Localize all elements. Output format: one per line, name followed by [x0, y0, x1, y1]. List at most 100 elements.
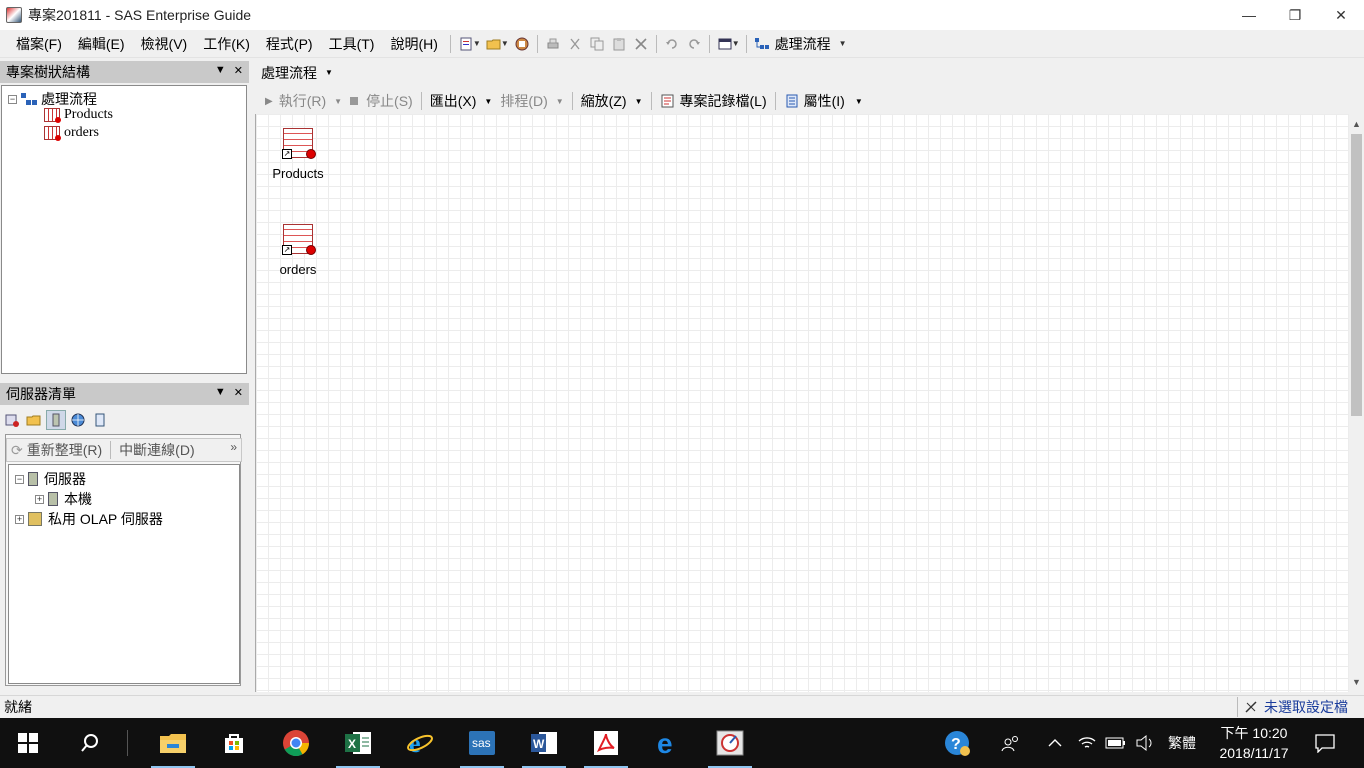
- chrome-icon[interactable]: [272, 718, 320, 768]
- chevron-down-icon[interactable]: ▼: [334, 97, 342, 106]
- tree-item-process-flow[interactable]: − 處理流程: [8, 89, 97, 109]
- search-icon[interactable]: [66, 718, 114, 768]
- file-explorer-icon[interactable]: [149, 718, 197, 768]
- menu-program[interactable]: 程式(P): [258, 30, 321, 58]
- sas-eg-icon[interactable]: [706, 718, 754, 768]
- chevron-down-icon[interactable]: ▼: [473, 39, 481, 48]
- tree-item-orders[interactable]: orders: [44, 125, 99, 141]
- tree-item-local[interactable]: + 本機: [35, 489, 92, 509]
- chevron-down-icon[interactable]: ▼: [501, 39, 509, 48]
- menu-view[interactable]: 檢視(V): [133, 30, 196, 58]
- close-icon[interactable]: ✕: [234, 64, 243, 77]
- status-text: 就緒: [4, 698, 32, 715]
- flow-node-orders[interactable]: ↗ orders: [263, 224, 333, 277]
- acrobat-icon[interactable]: [582, 718, 630, 768]
- scrollbar-thumb[interactable]: [1351, 134, 1362, 416]
- chevron-up-icon[interactable]: [1047, 718, 1063, 768]
- notification-icon[interactable]: [1314, 718, 1336, 768]
- project-log-button[interactable]: 專案記錄檔(L): [656, 91, 771, 111]
- flow-node-products[interactable]: ↗ Products: [263, 128, 333, 181]
- chevron-down-icon[interactable]: ▼: [732, 39, 740, 48]
- tree-item-products[interactable]: Products: [44, 107, 113, 123]
- scroll-up-icon[interactable]: ▲: [1349, 116, 1364, 132]
- chevron-down-icon[interactable]: ▼: [325, 68, 333, 77]
- menu-file[interactable]: 檔案(F): [8, 30, 70, 58]
- svg-text:W: W: [533, 737, 545, 751]
- print-icon[interactable]: [542, 33, 564, 55]
- globe-icon[interactable]: [68, 410, 88, 430]
- close-button[interactable]: ✕: [1318, 0, 1364, 30]
- battery-icon[interactable]: [1105, 718, 1127, 768]
- chevron-down-icon[interactable]: ▼: [839, 39, 847, 48]
- volume-icon[interactable]: [1135, 718, 1155, 768]
- save-project-icon[interactable]: [511, 33, 533, 55]
- tree-item-olap[interactable]: + 私用 OLAP 伺服器: [15, 509, 163, 529]
- help-icon[interactable]: ?: [942, 718, 972, 768]
- node-label: Products: [272, 166, 324, 181]
- input-language-indicator[interactable]: 繁體: [1168, 718, 1196, 768]
- library-icon[interactable]: [24, 410, 44, 430]
- overflow-chevron-icon[interactable]: »: [230, 440, 237, 454]
- stop-button[interactable]: 停止(S): [346, 91, 417, 111]
- window-title: 專案201811 - SAS Enterprise Guide: [28, 7, 252, 23]
- menu-tasks[interactable]: 工作(K): [195, 30, 258, 58]
- chevron-down-icon[interactable]: ▼: [484, 97, 492, 106]
- process-flow-canvas[interactable]: ↗ Products ↗ orders: [255, 114, 1349, 692]
- chevron-down-icon[interactable]: ▼: [855, 97, 863, 106]
- data-table-icon: ↗: [282, 224, 316, 255]
- delete-icon[interactable]: [630, 33, 652, 55]
- word-icon[interactable]: W: [520, 718, 568, 768]
- refresh-button[interactable]: 重新整理(R): [27, 440, 102, 460]
- taskbar-clock[interactable]: 下午 10:20 2018/11/17: [1208, 723, 1300, 763]
- people-icon[interactable]: [1001, 718, 1021, 768]
- store-icon[interactable]: [210, 718, 258, 768]
- schedule-button[interactable]: 排程(D) ▼: [496, 91, 567, 111]
- process-flow-toolbar: ▶ 執行(R) ▼ 停止(S) 匯出(X) ▼ 排程(D) ▼ 縮放(Z) ▼ …: [255, 88, 1364, 114]
- expand-icon[interactable]: +: [35, 494, 44, 504]
- wifi-icon[interactable]: [1077, 718, 1097, 768]
- collapse-icon[interactable]: −: [8, 94, 17, 104]
- server-icon: [48, 492, 58, 506]
- toolbar-separator: [708, 34, 710, 53]
- menu-help[interactable]: 說明(H): [382, 30, 445, 58]
- chevron-down-icon[interactable]: ▼: [556, 97, 564, 106]
- restore-button[interactable]: ❐: [1272, 0, 1318, 30]
- properties-button[interactable]: 屬性(I) ▼: [780, 91, 867, 111]
- internet-explorer-icon[interactable]: e: [396, 718, 444, 768]
- redo-icon[interactable]: [683, 33, 705, 55]
- process-flow-dropdown[interactable]: 處理流程: [775, 34, 831, 54]
- vertical-scrollbar[interactable]: ▲ ▼: [1349, 114, 1364, 692]
- play-icon: ▶: [265, 95, 273, 107]
- export-button[interactable]: 匯出(X) ▼: [426, 91, 497, 111]
- menu-edit[interactable]: 編輯(E): [70, 30, 133, 58]
- expand-icon[interactable]: +: [15, 514, 24, 524]
- menu-tools[interactable]: 工具(T): [321, 30, 383, 58]
- windows-start-icon[interactable]: [4, 718, 52, 768]
- disconnect-button[interactable]: 中斷連線(D): [119, 440, 194, 460]
- profile-status[interactable]: 未選取設定檔: [1237, 697, 1348, 717]
- shortcut-arrow-icon: ↗: [282, 245, 292, 255]
- scroll-down-icon[interactable]: ▼: [1349, 674, 1364, 690]
- sas-icon[interactable]: sas: [458, 718, 506, 768]
- cut-icon[interactable]: [564, 33, 586, 55]
- run-button[interactable]: ▶ 執行(R) ▼: [261, 91, 346, 111]
- process-flow-icon[interactable]: [751, 33, 773, 55]
- copy-icon[interactable]: [586, 33, 608, 55]
- edge-icon[interactable]: e: [644, 718, 692, 768]
- chevron-down-icon[interactable]: ▼: [215, 64, 226, 77]
- paste-icon[interactable]: [608, 33, 630, 55]
- zoom-button[interactable]: 縮放(Z) ▼: [577, 91, 647, 111]
- chevron-down-icon[interactable]: ▼: [215, 386, 226, 399]
- collapse-icon[interactable]: −: [15, 474, 24, 484]
- close-icon[interactable]: ✕: [234, 386, 243, 399]
- undo-icon[interactable]: [661, 33, 683, 55]
- excel-icon[interactable]: X: [334, 718, 382, 768]
- chevron-down-icon[interactable]: ▼: [635, 97, 643, 106]
- server-connect-icon[interactable]: [2, 410, 22, 430]
- document-icon[interactable]: [90, 410, 110, 430]
- tree-item-servers[interactable]: − 伺服器: [15, 469, 86, 489]
- server-icon[interactable]: [46, 410, 66, 430]
- process-flow-tab[interactable]: 處理流程 ▼: [255, 60, 1364, 85]
- minimize-button[interactable]: —: [1226, 0, 1272, 30]
- toolbar-separator: [774, 92, 776, 110]
